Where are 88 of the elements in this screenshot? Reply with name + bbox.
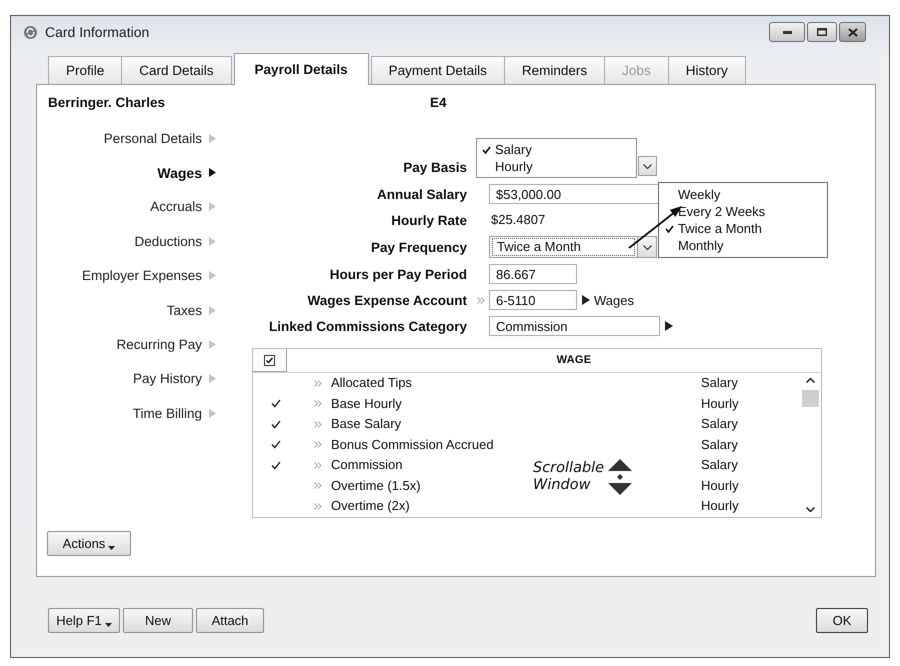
- dropdown-option[interactable]: Twice a Month: [660, 220, 827, 237]
- select-all-checkbox[interactable]: [253, 349, 287, 372]
- chevron-up-icon[interactable]: [806, 378, 814, 383]
- table-cell: Hourly: [701, 396, 739, 412]
- tab[interactable]: Payroll Details: [234, 53, 369, 85]
- minimize-button[interactable]: [769, 22, 805, 42]
- tab[interactable]: Card Details: [121, 56, 232, 84]
- sidebar-item[interactable]: Time Billing: [132, 396, 216, 431]
- field-label: Pay Basis: [403, 160, 467, 177]
- dropdown-button[interactable]: [638, 156, 657, 176]
- table-cell: Hourly: [701, 478, 739, 494]
- table-cell: Hourly: [701, 498, 739, 514]
- sidebar-item[interactable]: Recurring Pay: [116, 327, 216, 362]
- wage-name: Overtime (1.5x): [331, 478, 421, 494]
- wage-name: Base Hourly: [331, 396, 402, 412]
- sidebar-item[interactable]: Deductions: [134, 224, 216, 259]
- caret-right-icon: [209, 134, 216, 143]
- wage-name: Commission: [331, 457, 403, 474]
- window-title: Card Information: [45, 24, 150, 40]
- table-cell: Salary: [701, 436, 738, 453]
- scrollbar-thumb[interactable]: [802, 390, 818, 407]
- caret-down-icon: [104, 623, 112, 627]
- card-id: E4: [429, 94, 447, 111]
- sidebar-item[interactable]: Personal Details: [104, 121, 216, 156]
- sidebar-item[interactable]: Taxes: [166, 292, 216, 328]
- caret-right-icon: [209, 168, 216, 178]
- tab[interactable]: History: [668, 56, 746, 84]
- dropdown-option[interactable]: Every 2 Weeks: [660, 203, 827, 220]
- minimize-icon: [782, 30, 792, 34]
- table-cell: Salary: [701, 416, 738, 432]
- footer-button[interactable]: Help F1: [48, 608, 120, 633]
- tab[interactable]: Profile: [48, 56, 122, 84]
- field-label: Wages Expense Account: [307, 292, 467, 308]
- caret-right-icon[interactable]: [582, 295, 590, 305]
- field-label: Hours per Pay Period: [330, 266, 467, 282]
- sidebar-item[interactable]: Pay History: [132, 362, 216, 396]
- dropdown-field[interactable]: Twice a Month: [489, 236, 657, 258]
- close-button[interactable]: [839, 22, 866, 42]
- wage-name: Allocated Tips: [331, 375, 412, 392]
- caret-down-icon: [108, 546, 116, 550]
- field-label: Pay Frequency: [370, 240, 467, 254]
- field-label: Hourly Rate: [391, 212, 467, 228]
- sidebar-item[interactable]: Employer Expenses: [82, 258, 216, 293]
- footer-button[interactable]: Attach: [196, 608, 264, 633]
- tab[interactable]: Payment Details: [370, 56, 505, 84]
- sidebar-item[interactable]: Wages: [157, 155, 216, 190]
- app-icon: [24, 26, 37, 38]
- maximize-icon: [817, 28, 827, 36]
- actions-button[interactable]: Actions: [47, 531, 131, 556]
- tab[interactable]: Reminders: [504, 56, 606, 84]
- wage-name: Bonus Commission Accrued: [331, 436, 494, 453]
- chevron-down-icon: [642, 244, 652, 250]
- account-name: Wages: [594, 292, 634, 308]
- list-option[interactable]: Salary: [477, 141, 636, 158]
- caret-right-icon: [209, 374, 216, 384]
- table-cell: Salary: [701, 375, 738, 392]
- chevron-down-icon: [643, 164, 652, 168]
- annotation-text: Scrollable Window: [533, 460, 604, 494]
- caret-right-icon: [209, 408, 216, 418]
- up-down-arrow-icon: [608, 459, 632, 495]
- caret-right-icon: [209, 271, 216, 280]
- list-option[interactable]: Hourly: [477, 158, 636, 175]
- close-icon: [848, 28, 858, 36]
- table-cell: Salary: [701, 457, 738, 474]
- ok-button[interactable]: OK: [816, 608, 868, 633]
- dropdown-option[interactable]: Weekly: [660, 186, 827, 203]
- field-label: Annual Salary: [376, 186, 467, 202]
- input-field[interactable]: 6-5110: [489, 290, 577, 310]
- caret-right-icon: [209, 236, 216, 246]
- caret-right-icon[interactable]: [665, 321, 673, 331]
- wage-name: Overtime (2x): [331, 498, 410, 514]
- sidebar-item[interactable]: Accruals: [150, 190, 216, 224]
- wage-name: Base Salary: [331, 416, 402, 432]
- field-label: Linked Commissions Category: [268, 318, 467, 334]
- caret-right-icon: [209, 202, 216, 212]
- dropdown-button[interactable]: [637, 237, 656, 257]
- input-field[interactable]: $53,000.00: [489, 184, 660, 204]
- column-header: WAGE: [556, 353, 592, 368]
- field-value: $25.4807: [491, 211, 546, 229]
- chevron-down-icon[interactable]: [806, 506, 814, 512]
- employee-name: Berringer. Charles: [47, 94, 166, 111]
- dropdown-option[interactable]: Monthly: [660, 237, 827, 254]
- maximize-button[interactable]: [807, 22, 837, 42]
- caret-right-icon: [209, 340, 216, 350]
- footer-button[interactable]: New: [123, 608, 193, 633]
- input-field[interactable]: Commission: [489, 316, 660, 336]
- input-field[interactable]: 86.667: [489, 264, 577, 284]
- caret-right-icon: [209, 306, 216, 315]
